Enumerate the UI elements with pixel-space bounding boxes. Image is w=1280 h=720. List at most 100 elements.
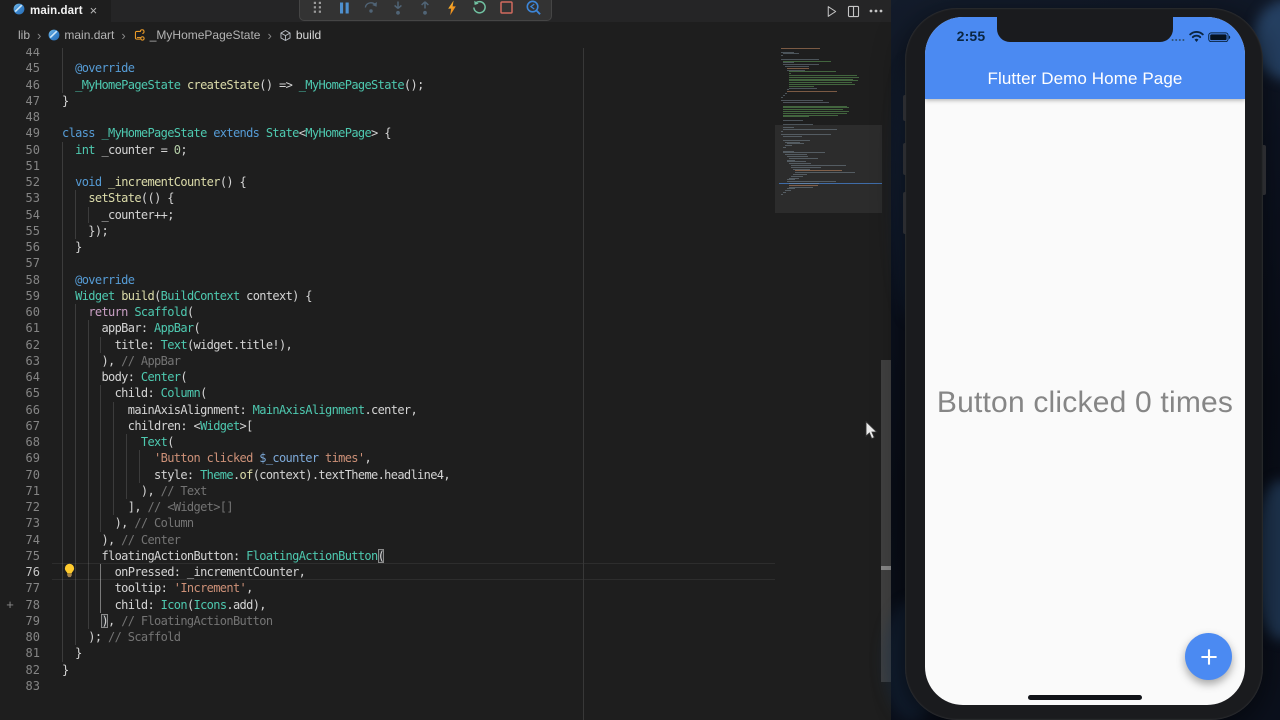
- code-line-77[interactable]: 77 tooltip: 'Increment',: [0, 580, 775, 597]
- code-line-50[interactable]: 50 int _counter = 0;: [0, 141, 775, 159]
- code-line-80[interactable]: 80 ); // Scaffold: [0, 629, 775, 646]
- code-line-69[interactable]: 69 'Button clicked $_counter times',: [0, 450, 775, 467]
- stop-icon: [499, 1, 513, 19]
- restart-button[interactable]: [470, 0, 488, 19]
- breadcrumb-item-build[interactable]: build: [279, 28, 321, 42]
- code-line-48[interactable]: 48: [0, 109, 775, 126]
- code-line-65[interactable]: 65 child: Column(: [0, 385, 775, 402]
- step-over-button[interactable]: [362, 1, 380, 19]
- code-text: int _counter = 0;: [75, 142, 187, 157]
- code-line-61[interactable]: 61 appBar: AppBar(: [0, 320, 775, 337]
- line-number: 58: [25, 272, 40, 287]
- code-text: return Scaffold(: [88, 305, 194, 319]
- home-indicator[interactable]: [1028, 695, 1142, 700]
- code-line-66[interactable]: 66 mainAxisAlignment: MainAxisAlignment.…: [0, 401, 775, 419]
- indent-guide: [62, 157, 63, 174]
- code-line-62[interactable]: 62 title: Text(widget.title!),: [0, 336, 775, 354]
- power-button: [1262, 145, 1266, 195]
- minimap-line: [783, 102, 829, 103]
- minimap-line: [787, 91, 837, 93]
- code-line-63[interactable]: 63 ), // AppBar: [0, 352, 775, 370]
- minimap-line: [781, 193, 783, 195]
- code-text: style: Theme.of(context).textTheme.headl…: [62, 467, 451, 482]
- code-text: ], // <Widget>[]: [62, 500, 234, 514]
- code-line-56[interactable]: 56 }: [0, 239, 775, 256]
- line-number: 60: [25, 305, 40, 319]
- line-number: 45: [25, 61, 40, 76]
- floating-action-button[interactable]: [1185, 633, 1232, 680]
- code-line-47[interactable]: 47}: [0, 93, 775, 110]
- line-number: 69: [25, 451, 40, 466]
- breadcrumb-item-myhomepagestate[interactable]: _MyHomePageState: [133, 28, 260, 42]
- volume-up-button: [902, 143, 906, 175]
- line-number: 72: [25, 500, 40, 514]
- code-line-70[interactable]: 70 style: Theme.of(context).textTheme.he…: [0, 466, 775, 484]
- code-text: floatingActionButton: FloatingActionButt…: [62, 548, 385, 563]
- code-line-79[interactable]: 79 ), // FloatingActionButton: [0, 612, 775, 630]
- code-line-44[interactable]: 44: [0, 48, 775, 61]
- line-number: 76: [25, 565, 40, 579]
- add-breakpoint-icon[interactable]: +: [4, 597, 16, 613]
- code-line-52[interactable]: 52 void _incrementCounter() {: [0, 174, 775, 191]
- code-line-45[interactable]: 45 @override: [0, 60, 775, 77]
- line-number: 46: [25, 77, 40, 92]
- code-line-81[interactable]: 81 }: [0, 645, 775, 662]
- code-line-57[interactable]: 57: [0, 255, 775, 272]
- code-line-64[interactable]: 64 body: Center(: [0, 369, 775, 386]
- editor-actions: [825, 0, 883, 22]
- code-line-60[interactable]: 60 return Scaffold(: [0, 304, 775, 321]
- line-number: 65: [25, 386, 40, 401]
- code-line-49[interactable]: 49 class _MyHomePageState extends State<M…: [0, 125, 775, 142]
- tab-label: main.dart: [30, 5, 83, 17]
- breadcrumb-item-lib[interactable]: lib: [18, 28, 30, 42]
- code-line-72[interactable]: 72 ], // <Widget>[]: [0, 499, 775, 516]
- code-line-55[interactable]: 55 });: [0, 222, 775, 240]
- minimap[interactable]: [775, 48, 882, 720]
- run-button[interactable]: [825, 5, 838, 18]
- code-line-73[interactable]: 73 ), // Column: [0, 515, 775, 532]
- code-line-46[interactable]: 46 _MyHomePageState createState() => _My…: [0, 76, 775, 94]
- code-line-82[interactable]: 82}: [0, 662, 775, 679]
- pause-button[interactable]: [335, 1, 353, 19]
- line-number: 75: [25, 548, 40, 563]
- code-line-71[interactable]: 71 ), // Text: [0, 482, 775, 500]
- breadcrumb-item-main.dart[interactable]: main.dart: [48, 28, 114, 42]
- line-number: 80: [25, 630, 40, 644]
- battery-icon: [1208, 29, 1231, 47]
- drag-handle[interactable]: [308, 1, 326, 19]
- code-editor[interactable]: 44 45 @override 46 _MyHomePageState create…: [0, 48, 891, 720]
- code-line-74[interactable]: 74 ), // Center: [0, 531, 775, 549]
- code-text: });: [62, 223, 109, 238]
- code-text: }: [62, 662, 69, 677]
- minimap-line: [783, 192, 786, 193]
- code-text: class _MyHomePageState extends State<MyH…: [62, 126, 391, 141]
- code-line-54[interactable]: 54 _counter++;: [0, 206, 775, 224]
- widget-inspector-button[interactable]: [524, 0, 542, 19]
- step-into-button[interactable]: [389, 1, 407, 19]
- lightbulb-icon[interactable]: [62, 563, 77, 578]
- code-line-59[interactable]: 59 Widget build(BuildContext context) {: [0, 287, 775, 305]
- class-icon: [133, 28, 146, 42]
- code-line-76[interactable]: 76 onPressed: _incrementCounter,: [0, 563, 775, 581]
- line-number: 83: [25, 678, 40, 693]
- split-editor-button[interactable]: [847, 5, 860, 18]
- code-text: _MyHomePageState createState() => _MyHom…: [75, 77, 424, 92]
- tab-main-dart[interactable]: main.dart ×: [0, 0, 111, 22]
- hot-reload-button[interactable]: [443, 0, 461, 19]
- line-number: 47: [25, 93, 40, 108]
- code-line-58[interactable]: 58 @override: [0, 271, 775, 289]
- close-tab-icon[interactable]: ×: [90, 4, 98, 17]
- step-out-button[interactable]: [416, 0, 434, 19]
- code-text: child: Column(: [62, 386, 208, 401]
- line-number: 70: [25, 467, 40, 482]
- stop-button[interactable]: [497, 1, 515, 19]
- minimap-slider[interactable]: [775, 125, 882, 214]
- code-line-53[interactable]: 53 setState(() {: [0, 190, 775, 207]
- code-line-78[interactable]: 78 child: Icon(Icons.add),: [0, 596, 775, 614]
- code-line-67[interactable]: 67 children: <Widget>[: [0, 417, 775, 435]
- wifi-icon: [1189, 29, 1204, 47]
- more-actions-button[interactable]: [869, 9, 883, 13]
- code-line-83[interactable]: 83: [0, 678, 775, 695]
- code-line-68[interactable]: 68 Text(: [0, 434, 775, 451]
- code-line-51[interactable]: 51: [0, 157, 775, 175]
